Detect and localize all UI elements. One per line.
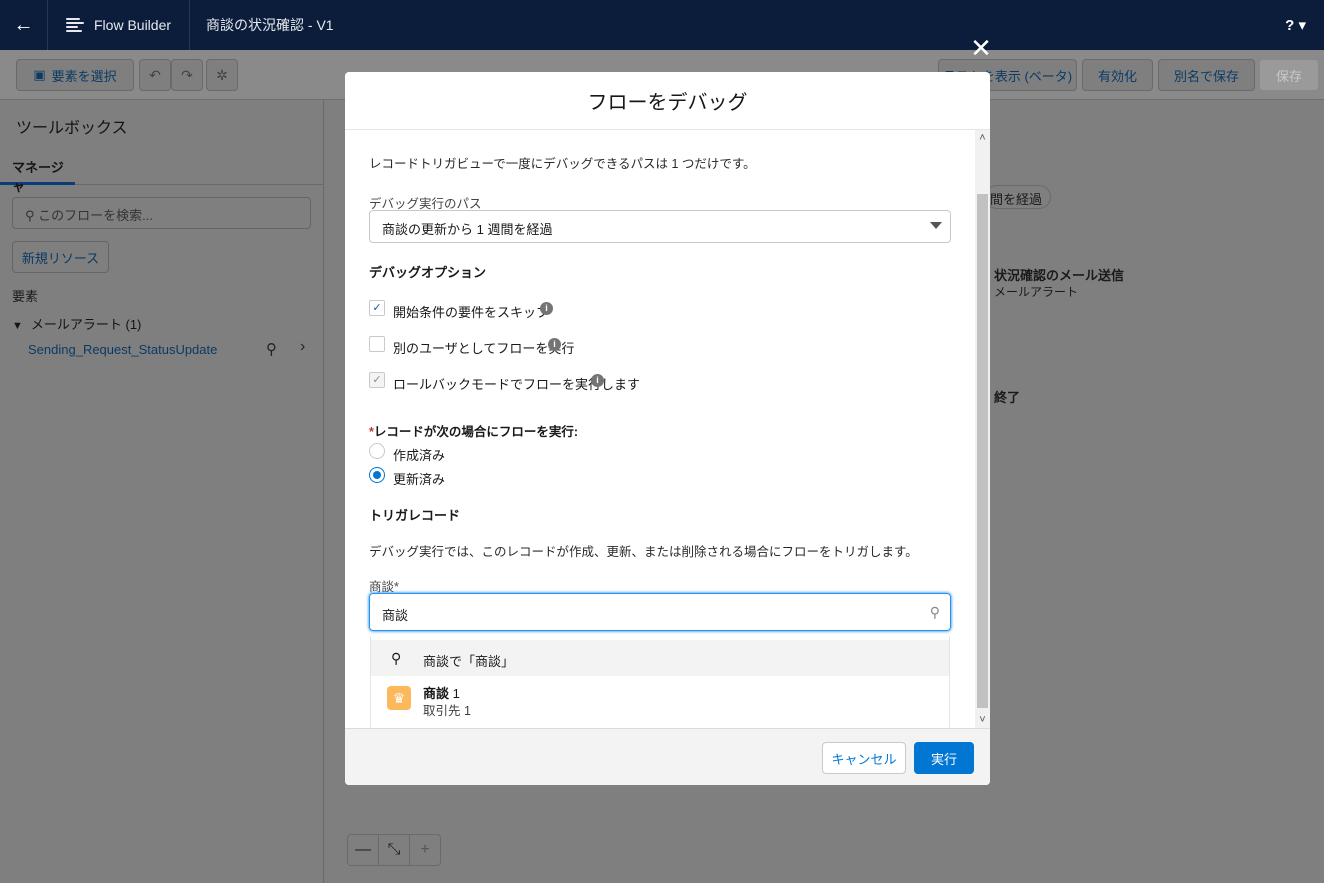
redo-icon[interactable]: ↷ [171, 59, 203, 91]
chevron-down-icon: ▼ [12, 320, 23, 332]
select-elements-icon: ▣ [33, 67, 46, 82]
modal-title: フローをデバッグ [345, 72, 990, 130]
modal-footer: キャンセル 実行 [345, 728, 990, 785]
intro-text: レコードトリガビューで一度にデバッグできるパスは 1 つだけです。 [369, 157, 756, 171]
save-as-button[interactable]: 別名で保存 [1158, 59, 1255, 91]
lookup-record-option[interactable]: ♛ 商談 1 取引先 1 [371, 676, 949, 728]
zoom-controls: — ⤡ + [347, 834, 441, 866]
lookup-record-number: 1 [449, 686, 460, 701]
debug-path-value: 商談の更新から 1 週間を経過 [382, 222, 553, 237]
search-icon: ⚲ [25, 208, 39, 223]
trigger-record-desc: デバッグ実行では、このレコードが作成、更新、または削除される場合にフローをトリガ… [369, 545, 918, 559]
end-node-label: 終了 [994, 390, 1021, 405]
run-when-label-text: レコードが次の場合にフローを実行: [373, 425, 579, 439]
lookup-record-name-bold: 商談 [423, 686, 450, 701]
email-alert-item[interactable]: Sending_Request_StatusUpdate [28, 342, 217, 357]
lookup-dropdown: ⚲ 商談で「商談」 ♛ 商談 1 取引先 1 [370, 636, 950, 728]
search-icon: ⚲ [391, 650, 402, 666]
chevron-right-icon[interactable]: › [300, 338, 305, 356]
record-lookup-value: 商談 [382, 608, 409, 623]
save-button[interactable]: 保存 [1259, 59, 1319, 91]
rollback-mode-checkbox: ✓ [369, 372, 385, 388]
arrow-left-icon[interactable]: ← [0, 0, 48, 50]
radio-updated[interactable] [369, 467, 385, 483]
run-button[interactable]: 実行 [914, 742, 974, 774]
toolbox-search-placeholder: このフローを検索... [38, 208, 153, 223]
toolbox-tabs: マネージャ [0, 144, 323, 194]
undo-icon[interactable]: ↶ [139, 59, 171, 91]
global-header: ← Flow Builder 商談の状況確認 - V1 ? ▾ [0, 0, 1324, 50]
record-lookup-input[interactable]: 商談 ⚲ [369, 593, 951, 631]
debug-path-select[interactable]: 商談の更新から 1 週間を経過 [369, 210, 951, 243]
search-icon[interactable]: ⚲ [266, 340, 277, 358]
flow-name: 商談の状況確認 - V1 [206, 17, 334, 33]
scroll-up-icon[interactable]: ˄ [976, 131, 989, 145]
email-alert-group-label: メールアラート (1) [30, 317, 142, 332]
close-icon[interactable]: ✕ [968, 35, 994, 61]
options-heading: デバッグオプション [369, 265, 487, 280]
tab-manager[interactable]: マネージャ [0, 144, 75, 194]
activate-button[interactable]: 有効化 [1082, 59, 1153, 91]
zoom-out-icon[interactable]: — [348, 835, 379, 865]
scroll-down-icon[interactable]: ˅ [976, 713, 989, 727]
info-icon[interactable]: i [540, 302, 553, 315]
toolbox-search-input[interactable]: ⚲ このフローを検索... [12, 197, 311, 229]
node-type: メールアラート [994, 285, 1079, 299]
run-when-label: *レコードが次の場合にフローを実行: [369, 421, 578, 440]
cancel-button[interactable]: キャンセル [822, 742, 906, 774]
modal-body: レコードトリガビューで一度にデバッグできるパスは 1 つだけです。 デバッグ実行… [345, 130, 990, 728]
elements-section-label: 要素 [12, 289, 39, 304]
email-alert-group[interactable]: ▼ メールアラート (1) [12, 314, 141, 333]
app-name-label: Flow Builder [94, 17, 172, 33]
run-as-other-user-label: 別のユーザとしてフローを実行 [393, 341, 575, 356]
info-icon[interactable]: i [591, 374, 604, 387]
toolbox-title: ツールボックス [16, 120, 128, 137]
skip-start-conditions-label: 開始条件の要件をスキップ [393, 305, 550, 320]
lookup-record-sub: 取引先 1 [423, 704, 471, 718]
select-elements-label: 要素を選択 [51, 68, 117, 84]
modal-scrollbar-thumb[interactable] [977, 194, 988, 708]
run-as-other-user-checkbox[interactable] [369, 336, 385, 352]
node-title[interactable]: 状況確認のメール送信 [994, 265, 1124, 284]
trigger-record-heading: トリガレコード [369, 508, 461, 523]
lookup-search-text: 商談で「商談」 [423, 654, 515, 669]
chevron-down-icon [930, 222, 942, 229]
app-name: Flow Builder [48, 0, 191, 50]
zoom-in-icon[interactable]: + [410, 835, 440, 865]
search-icon: ⚲ [929, 604, 940, 620]
opportunity-icon: ♛ [387, 686, 411, 710]
lookup-search-option[interactable]: ⚲ 商談で「商談」 [371, 640, 949, 676]
help-menu-button[interactable]: ? ▾ [1285, 16, 1306, 34]
select-elements-button[interactable]: ▣ 要素を選択 [16, 59, 134, 91]
radio-updated-label: 更新済み [393, 472, 446, 487]
fit-view-icon[interactable]: ⤡ [379, 835, 410, 865]
gear-icon[interactable]: ✲ [206, 59, 238, 91]
flow-builder-logo-icon [66, 18, 84, 32]
radio-created[interactable] [369, 443, 385, 459]
info-icon[interactable]: i [548, 338, 561, 351]
debug-flow-modal: フローをデバッグ レコードトリガビューで一度にデバッグできるパスは 1 つだけで… [345, 72, 990, 785]
radio-created-label: 作成済み [393, 448, 446, 463]
path-label[interactable]: 間を経過 [985, 185, 1052, 209]
toolbox-panel: ツールボックス マネージャ ⚲ このフローを検索... 新規リソース 要素 ▼ メ… [0, 100, 324, 883]
skip-start-conditions-checkbox[interactable]: ✓ [369, 300, 385, 316]
new-resource-button[interactable]: 新規リソース [12, 241, 109, 273]
